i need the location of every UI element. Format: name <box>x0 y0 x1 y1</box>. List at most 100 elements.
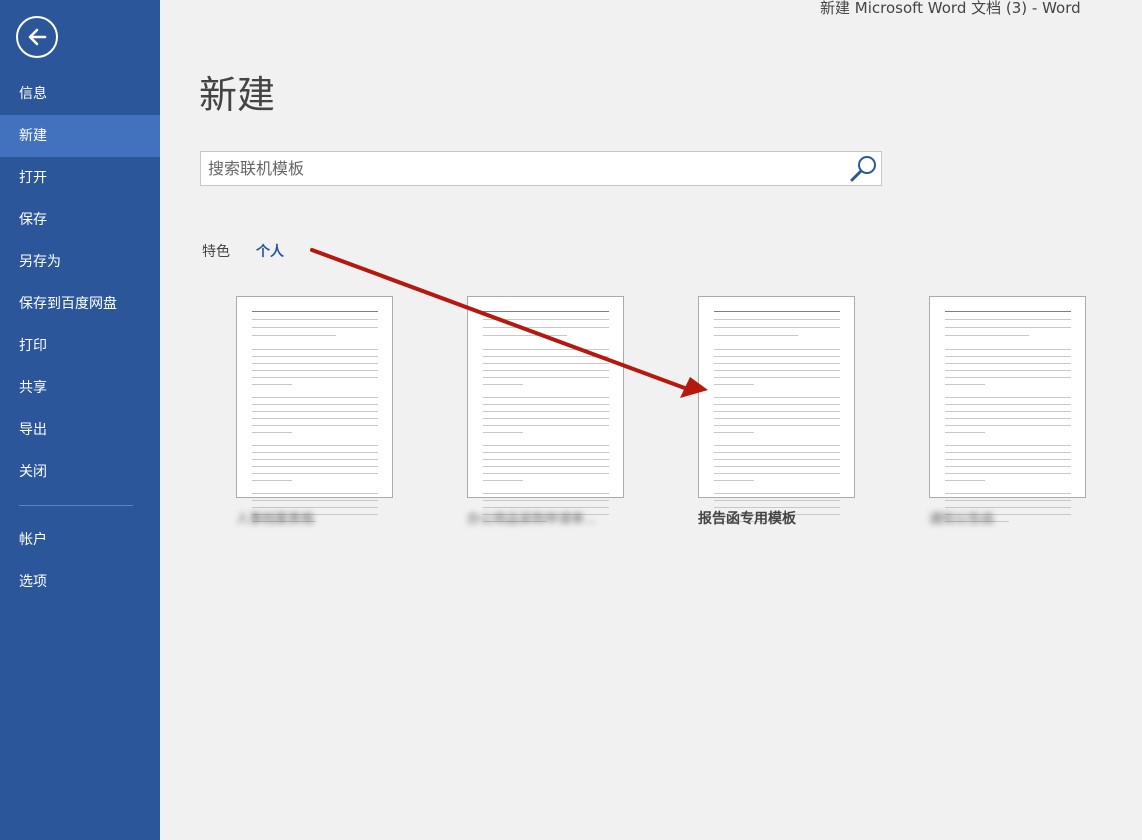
page-line <box>945 493 1071 494</box>
page-line <box>252 425 378 426</box>
page-line <box>945 404 1071 405</box>
sidebar-item-new[interactable]: 新建 <box>0 115 160 157</box>
page-line <box>252 327 378 328</box>
tab-featured[interactable]: 特色 <box>202 241 230 261</box>
page-line <box>714 418 840 419</box>
page-line <box>945 311 1071 312</box>
page-line <box>945 363 1071 364</box>
page-line <box>483 404 609 405</box>
page-line <box>945 319 1071 320</box>
page-line <box>483 432 523 433</box>
tab-personal[interactable]: 个人 <box>256 241 284 261</box>
page-line <box>945 377 1071 378</box>
page-line <box>483 384 523 385</box>
page-line <box>714 377 840 378</box>
page-line <box>945 335 1029 336</box>
page-line <box>252 480 292 481</box>
page-line <box>945 384 985 385</box>
page-line <box>945 452 1071 453</box>
page-line <box>714 384 754 385</box>
page-line <box>945 445 1071 446</box>
sidebar-item-save-as[interactable]: 另存为 <box>0 241 160 283</box>
page-line <box>714 370 840 371</box>
sidebar-item-account[interactable]: 帐户 <box>0 519 160 561</box>
page-line <box>714 425 840 426</box>
page-line <box>714 452 840 453</box>
sidebar-item-print[interactable]: 打印 <box>0 325 160 367</box>
sidebar-item-export[interactable]: 导出 <box>0 409 160 451</box>
page-line <box>252 459 378 460</box>
page-line <box>714 397 840 398</box>
page-line <box>483 418 609 419</box>
template-search-input[interactable] <box>201 152 841 185</box>
page-line <box>714 473 840 474</box>
page-line <box>483 327 609 328</box>
page-line <box>714 411 840 412</box>
template-card[interactable]: 报告函专用模板 <box>698 296 856 527</box>
back-button[interactable] <box>16 16 58 58</box>
template-card[interactable]: 通知公告函 <box>929 296 1087 527</box>
sidebar-item-options[interactable]: 选项 <box>0 561 160 603</box>
sidebar-item-share[interactable]: 共享 <box>0 367 160 409</box>
page-line <box>252 384 292 385</box>
page-line <box>252 335 336 336</box>
page-line <box>483 370 609 371</box>
sidebar-item-open[interactable]: 打开 <box>0 157 160 199</box>
template-thumbnail <box>929 296 1086 522</box>
page-line <box>945 356 1071 357</box>
page-line <box>714 363 840 364</box>
page-line <box>945 466 1071 467</box>
page-line <box>252 370 378 371</box>
sidebar-item-save-to-baidu[interactable]: 保存到百度网盘 <box>0 283 160 325</box>
page-line <box>252 466 378 467</box>
page-line <box>252 411 378 412</box>
page-line <box>714 493 840 494</box>
page-line <box>945 432 985 433</box>
template-thumbnail <box>698 296 855 522</box>
page-line <box>483 466 609 467</box>
page-line <box>945 370 1071 371</box>
page-line <box>945 411 1071 412</box>
page-line <box>945 418 1071 419</box>
page-line <box>483 411 609 412</box>
page-line <box>483 500 609 501</box>
page-line <box>714 311 840 312</box>
sidebar-item-info[interactable]: 信息 <box>0 73 160 115</box>
page-line <box>483 319 609 320</box>
template-label: 报告函专用模板 <box>698 511 796 527</box>
page-line <box>945 500 1071 501</box>
back-arrow-icon <box>28 28 47 46</box>
window-title: 新建 Microsoft Word 文档 (3) - Word <box>820 0 1081 17</box>
page-line <box>483 356 609 357</box>
template-label: 办公用品采购申请单... <box>467 512 597 527</box>
page-line <box>252 452 378 453</box>
page-line <box>714 349 840 350</box>
template-card[interactable]: 人事档案表格 <box>236 296 394 527</box>
page-line <box>483 459 609 460</box>
template-thumbnail <box>467 296 624 522</box>
page-line <box>714 459 840 460</box>
search-button[interactable] <box>843 152 881 185</box>
sidebar-item-close[interactable]: 关闭 <box>0 451 160 493</box>
page-line <box>252 473 378 474</box>
template-card[interactable]: 办公用品采购申请单... <box>467 296 625 527</box>
page-line <box>714 404 840 405</box>
page-line <box>252 500 378 501</box>
page-line <box>252 356 378 357</box>
sidebar-item-save[interactable]: 保存 <box>0 199 160 241</box>
page-line <box>252 319 378 320</box>
page-line <box>483 349 609 350</box>
template-label: 人事档案表格 <box>236 512 315 527</box>
page-line <box>714 335 798 336</box>
backstage-sidebar: 信息 新建 打开 保存 另存为 保存到百度网盘 打印 共享 导出 关闭 帐户 选… <box>0 0 160 840</box>
page-line <box>483 480 523 481</box>
page-line <box>252 349 378 350</box>
search-icon <box>850 156 876 182</box>
page-line <box>483 377 609 378</box>
page-line <box>945 349 1071 350</box>
page-line <box>483 311 609 312</box>
page-line <box>714 327 840 328</box>
page-line <box>483 425 609 426</box>
page-line <box>252 404 378 405</box>
template-search-box <box>200 151 882 186</box>
